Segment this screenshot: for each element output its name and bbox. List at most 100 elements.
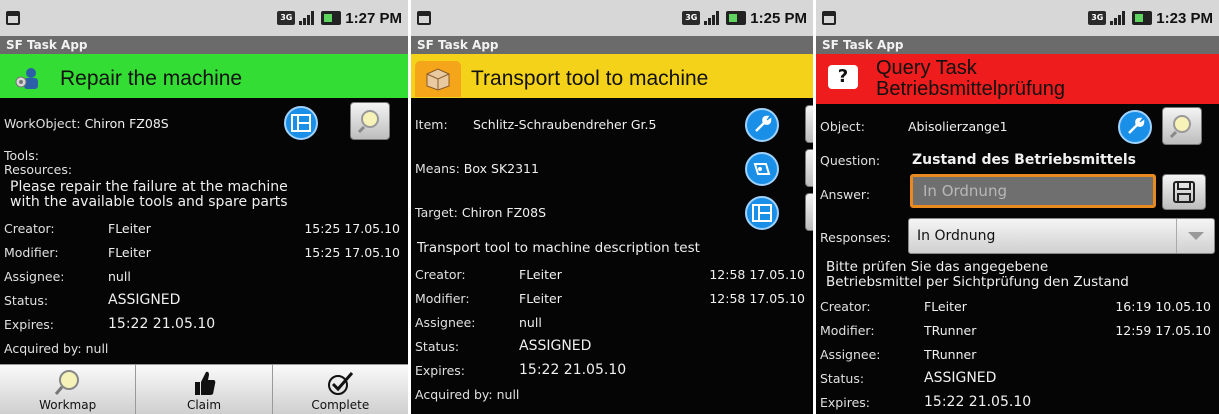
status-label: Status: [4, 292, 49, 308]
worker-icon [4, 61, 50, 97]
creator-label: Creator: [415, 266, 466, 282]
means-label: Means: [415, 160, 460, 176]
complete-label: Complete [311, 398, 370, 412]
means-value: Box SK2311 [463, 160, 539, 176]
modifier-row: Modifier: FLeiter 12:58 17.05.10 [415, 286, 809, 310]
search-button[interactable] [350, 102, 390, 140]
assignee-row: Assignee: null [415, 310, 809, 334]
signal-icon [1110, 11, 1128, 25]
item-label: Item: [415, 116, 448, 132]
modifier-row: Modifier: TRunner 12:59 17.05.10 [820, 318, 1215, 342]
task-title-line: Query Task [876, 57, 977, 79]
status-bar: 3G 1:25 PM [411, 0, 813, 36]
question-value: Zustand des Betriebsmittels [912, 152, 1136, 168]
object-row: Object: Abisolierzange1 [820, 106, 1215, 146]
responses-row: Responses: In Ordnung [820, 216, 1215, 258]
claim-tab-button[interactable]: Claim [136, 365, 273, 414]
question-label: Question: [820, 152, 881, 168]
workobject-value: Chiron FZ08S [84, 115, 169, 131]
creator-time: 15:25 17.05.10 [304, 220, 400, 236]
status-row: Status: ASSIGNED [820, 366, 1215, 390]
workmap-button[interactable] [745, 196, 779, 230]
workmap-tab-button[interactable]: Workmap [0, 365, 137, 414]
search-button[interactable] [805, 105, 813, 143]
screen-repair-task: 3G 1:27 PM SF Task App Repair the machin… [0, 0, 408, 414]
answer-row: Answer: In Ordnung [820, 174, 1215, 214]
answer-input[interactable]: In Ordnung [910, 174, 1156, 208]
search-button[interactable] [1162, 107, 1202, 145]
responses-label: Responses: [820, 229, 891, 245]
task-header: Repair the machine [0, 54, 408, 98]
search-button[interactable] [805, 149, 813, 187]
clock: 1:23 PM [1156, 9, 1213, 27]
save-button[interactable] [1162, 174, 1206, 210]
expires-label: Expires: [820, 394, 870, 410]
checkmark-icon [326, 368, 354, 398]
expires-row: Expires: 15:22 21.05.10 [415, 358, 809, 382]
tools-row: Tools: [4, 148, 404, 163]
app-title: SF Task App [411, 36, 813, 54]
object-value: Abisolierzange1 [908, 118, 1008, 134]
expires-value: 15:22 21.05.10 [519, 362, 627, 378]
task-title: Transport tool to machine [471, 67, 709, 90]
means-button[interactable] [745, 152, 779, 186]
status-bar: 3G 1:23 PM [816, 0, 1219, 36]
signal-icon [299, 11, 317, 25]
assignee-value: null [108, 268, 131, 284]
complete-tab-button[interactable]: Complete [273, 365, 408, 414]
status-row: Status: ASSIGNED [415, 334, 809, 358]
workobject-label: WorkObject: [4, 115, 81, 131]
workmap-button[interactable] [284, 106, 318, 140]
wrench-button[interactable] [1118, 110, 1152, 144]
package-icon [415, 61, 461, 97]
status-value: ASSIGNED [519, 338, 592, 354]
expires-label: Expires: [4, 316, 54, 332]
screen-transport-task: 3G 1:25 PM SF Task App Transport tool to… [411, 0, 813, 414]
modifier-row: Modifier: FLeiter 15:25 17.05.10 [4, 240, 404, 264]
item-row: Item: Schlitz-Schraubendreher Gr.5 [415, 102, 813, 146]
responses-select[interactable]: In Ordnung [908, 218, 1215, 254]
assignee-label: Assignee: [820, 346, 881, 362]
assignee-row: Assignee: null [4, 264, 404, 288]
creator-label: Creator: [4, 220, 55, 236]
answer-label: Answer: [820, 186, 871, 202]
creator-time: 12:58 17.05.10 [709, 266, 805, 282]
target-value: Chiron FZ08S [461, 204, 547, 220]
assignee-value: null [519, 314, 542, 330]
network-3g-icon: 3G [682, 11, 701, 25]
expires-value: 15:22 21.05.10 [924, 394, 1032, 410]
expires-row: Expires: 15:22 21.05.10 [820, 390, 1215, 414]
clock: 1:25 PM [750, 9, 807, 27]
expires-row: Expires: 15:22 21.05.10 [4, 312, 404, 336]
acquired-label: Acquired by: null [415, 386, 520, 402]
assignee-label: Assignee: [4, 268, 65, 284]
status-value: ASSIGNED [924, 370, 997, 386]
creator-row: Creator: FLeiter 12:58 17.05.10 [415, 262, 809, 286]
modifier-label: Modifier: [4, 244, 59, 260]
app-title: SF Task App [0, 36, 408, 54]
modifier-time: 15:25 17.05.10 [304, 244, 400, 260]
modifier-time: 12:58 17.05.10 [709, 290, 805, 306]
modifier-label: Modifier: [415, 290, 470, 306]
item-value: Schlitz-Schraubendreher Gr.5 [473, 116, 657, 132]
wrench-button[interactable] [745, 108, 779, 142]
question-row: Question: Zustand des Betriebsmittels [820, 146, 1215, 174]
responses-selected-value: In Ordnung [917, 228, 996, 244]
workobject-row: WorkObject: Chiron FZ08S [4, 102, 404, 144]
thumbs-up-icon [191, 368, 217, 398]
creator-row: Creator: FLeiter 15:25 17.05.10 [4, 216, 404, 240]
status-label: Status: [820, 370, 865, 386]
task-header: Transport tool to machine [411, 54, 813, 98]
target-row: Target: Chiron FZ08S [415, 190, 813, 234]
modifier-value: FLeiter [108, 244, 151, 260]
workmap-label: Workmap [39, 398, 97, 412]
resources-row: Resources: [4, 162, 404, 177]
search-button[interactable] [805, 193, 813, 231]
creator-time: 16:19 10.05.10 [1115, 298, 1211, 314]
network-3g-icon: 3G [277, 11, 296, 25]
task-title-line: Betriebsmittelprüfung [876, 78, 1065, 100]
means-row: Means: Box SK2311 [415, 146, 813, 190]
acquired-label: Acquired by: null [4, 340, 109, 356]
creator-value: FLeiter [108, 220, 151, 236]
clock: 1:27 PM [345, 9, 402, 27]
